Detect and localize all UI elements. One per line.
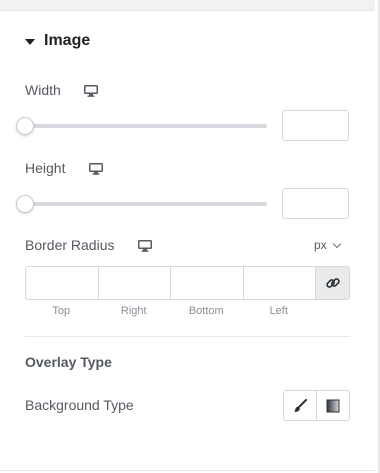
- width-slider-handle[interactable]: [16, 117, 34, 135]
- border-radius-top-input[interactable]: [26, 267, 99, 299]
- section-title: Image: [44, 32, 91, 49]
- dim-label-left: Left: [269, 305, 288, 317]
- dim-label-bottom: Bottom: [188, 305, 224, 317]
- border-radius-dimensions: [25, 266, 350, 300]
- link-values-button[interactable]: [316, 267, 349, 299]
- height-slider-track[interactable]: [25, 202, 267, 206]
- height-slider-handle[interactable]: [16, 195, 34, 213]
- width-slider-track[interactable]: [25, 124, 267, 128]
- width-label: Width: [25, 82, 61, 98]
- section-divider: [25, 336, 350, 337]
- border-radius-right-input[interactable]: [99, 267, 171, 299]
- gradient-icon: [326, 399, 340, 412]
- desktop-icon[interactable]: [138, 240, 152, 252]
- caret-down-icon: [25, 38, 35, 45]
- border-radius-left-input[interactable]: [244, 267, 316, 299]
- background-type-choices: [283, 390, 350, 421]
- unit-value: px: [314, 238, 327, 252]
- brush-icon: [293, 398, 307, 412]
- section-toggle-image[interactable]: Image: [25, 30, 90, 52]
- height-label: Height: [25, 160, 66, 176]
- border-radius-bottom-input[interactable]: [171, 267, 244, 299]
- width-input[interactable]: [282, 110, 349, 141]
- desktop-icon[interactable]: [84, 85, 98, 97]
- link-icon: [325, 278, 340, 288]
- chevron-down-icon: [332, 239, 341, 248]
- panel-bottom-border: [0, 470, 375, 471]
- background-type-label: Background Type: [25, 397, 134, 413]
- background-classic-button[interactable]: [284, 391, 316, 420]
- height-input[interactable]: [282, 188, 349, 219]
- background-gradient-button[interactable]: [316, 391, 349, 420]
- desktop-icon[interactable]: [89, 163, 103, 175]
- unit-selector[interactable]: px: [314, 238, 341, 252]
- dim-label-top: Top: [52, 305, 71, 317]
- border-radius-field-labels: Top Right Bottom Left: [25, 305, 315, 317]
- border-radius-label: Border Radius: [25, 237, 115, 253]
- panel-top-strip: [0, 0, 375, 11]
- dim-label-right: Right: [120, 305, 147, 317]
- overlay-type-heading: Overlay Type: [25, 354, 112, 370]
